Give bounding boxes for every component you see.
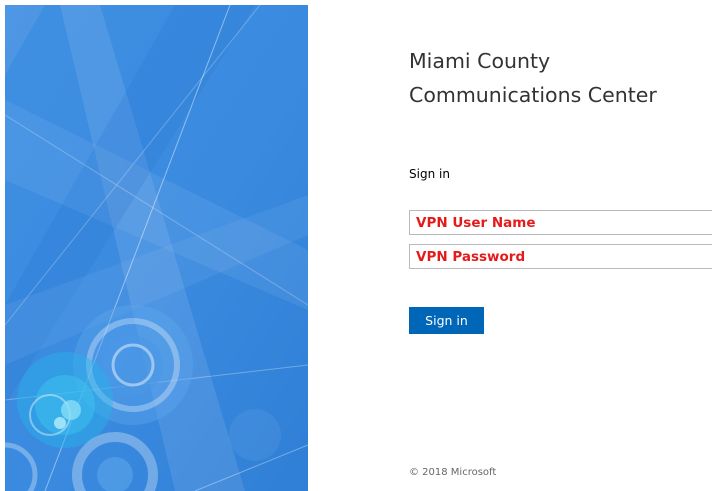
- background-illustration: [5, 5, 308, 491]
- username-input[interactable]: [409, 210, 712, 235]
- password-input[interactable]: [409, 244, 712, 269]
- sign-in-panel: Miami County Communications Center Sign …: [409, 0, 712, 491]
- sign-in-button[interactable]: Sign in: [409, 307, 484, 334]
- illustration-panel: [5, 5, 308, 491]
- sign-in-page: Miami County Communications Center Sign …: [0, 0, 712, 491]
- sign-in-heading: Sign in: [409, 167, 450, 181]
- copyright-text: © 2018 Microsoft: [409, 467, 497, 478]
- organization-title: Miami County Communications Center: [409, 49, 657, 107]
